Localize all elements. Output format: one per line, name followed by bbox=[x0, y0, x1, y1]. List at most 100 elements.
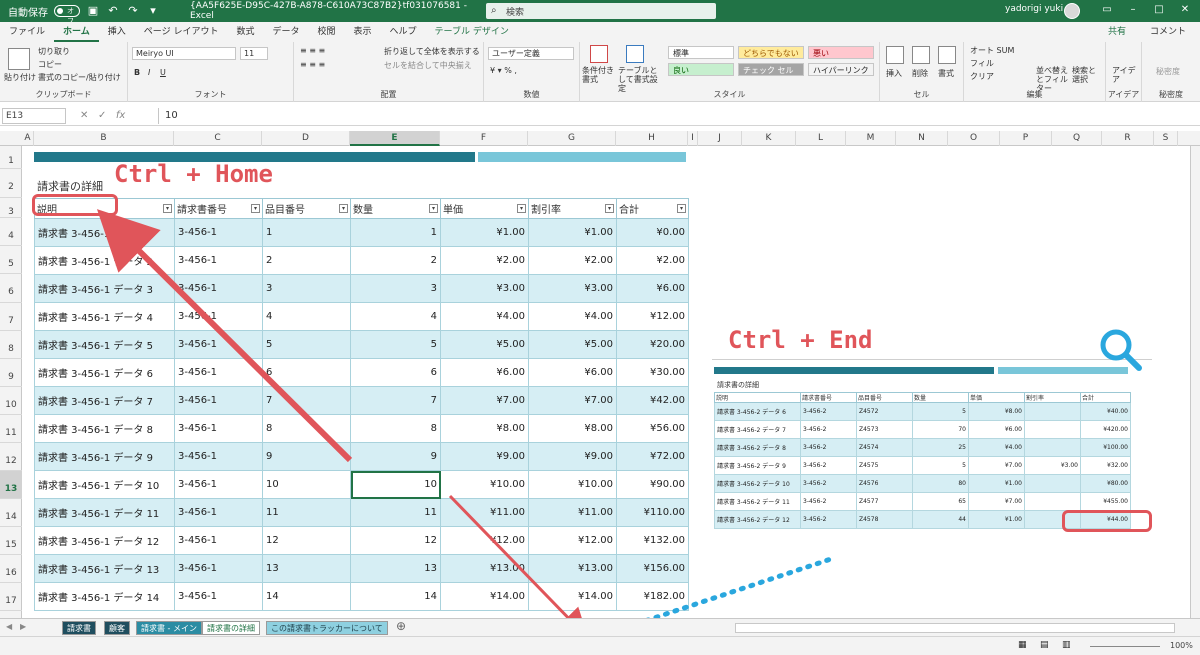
page-layout-view-icon[interactable]: ▤ bbox=[1040, 640, 1049, 650]
undo-icon[interactable]: ↶ bbox=[106, 4, 120, 18]
insert-function-button[interactable]: fx bbox=[116, 110, 125, 121]
row-header-13[interactable]: 13 bbox=[0, 471, 22, 499]
name-box[interactable]: E13 bbox=[2, 108, 66, 124]
conditional-format-icon[interactable] bbox=[590, 45, 608, 63]
column-header-m[interactable]: M bbox=[846, 131, 896, 146]
ribbon-tab-3[interactable]: ページ レイアウト bbox=[135, 22, 228, 42]
cell-style-5[interactable]: ハイパーリンク bbox=[808, 63, 874, 76]
cell-style-1[interactable]: どちらでもない bbox=[738, 46, 804, 59]
column-header-d[interactable]: D bbox=[262, 131, 350, 146]
worksheet-grid[interactable]: 請求書の詳細 説明 ▾ 請求書番号 ▾ 品目番号 ▾ 数量 ▾ 単価 ▾ 割引率 ▾ 合計 ▾ 請求書 3… bbox=[22, 146, 1190, 618]
zoom-level[interactable]: 100% bbox=[1170, 641, 1193, 650]
conditional-format-button[interactable]: 条件付き書式 bbox=[582, 66, 618, 84]
ribbon-tab-1[interactable]: ホーム bbox=[54, 22, 99, 42]
italic-button[interactable]: I bbox=[148, 68, 150, 77]
avatar[interactable] bbox=[1064, 3, 1080, 19]
vertical-scrollbar[interactable] bbox=[1190, 146, 1200, 618]
ribbon-tab-5[interactable]: データ bbox=[263, 22, 308, 42]
row-header-15[interactable]: 15 bbox=[0, 527, 22, 555]
enter-icon[interactable]: ✓ bbox=[98, 110, 106, 121]
column-header-f[interactable]: F bbox=[440, 131, 528, 146]
column-header-b[interactable]: B bbox=[34, 131, 174, 146]
row-header-14[interactable]: 14 bbox=[0, 499, 22, 527]
sheet-tab-0[interactable]: 請求書 bbox=[62, 621, 96, 635]
column-header-r[interactable]: R bbox=[1102, 131, 1154, 146]
cut-button[interactable]: 切り取り bbox=[38, 46, 70, 57]
delete-cells-button[interactable]: 削除 bbox=[912, 68, 928, 79]
format-painter-button[interactable]: 書式のコピー/貼り付け bbox=[38, 72, 121, 83]
bold-button[interactable]: B bbox=[134, 68, 140, 77]
column-header-c[interactable]: C bbox=[174, 131, 262, 146]
fill-button[interactable]: フィル bbox=[970, 58, 994, 69]
format-cells-icon[interactable] bbox=[938, 46, 956, 64]
cancel-icon[interactable]: ✕ bbox=[80, 110, 88, 121]
ideas-button[interactable]: アイデア bbox=[1112, 66, 1136, 84]
normal-view-icon[interactable]: ▦ bbox=[1018, 640, 1027, 650]
sheet-tab-1[interactable]: 顧客 bbox=[104, 621, 130, 635]
row-header-7[interactable]: 7 bbox=[0, 303, 22, 331]
ribbon-tab-0[interactable]: ファイル bbox=[0, 22, 54, 42]
ribbon-tab-6[interactable]: 校閲 bbox=[308, 22, 344, 42]
find-select-button[interactable]: 検索と選択 bbox=[1072, 66, 1102, 84]
autosave-toggle[interactable]: オフ bbox=[54, 5, 80, 25]
ribbon-tab-2[interactable]: 挿入 bbox=[99, 22, 135, 42]
ribbon-display-icon[interactable]: ▭ bbox=[1100, 3, 1114, 17]
cell-style-2[interactable]: 悪い bbox=[808, 46, 874, 59]
wrap-text-button[interactable]: 折り返して全体を表示する bbox=[384, 46, 480, 57]
delete-cells-icon[interactable] bbox=[912, 46, 930, 64]
align-icons[interactable]: ≡ ≡ ≡ bbox=[300, 46, 325, 55]
format-as-table-icon[interactable] bbox=[626, 45, 644, 63]
font-name-select[interactable]: Meiryo UI bbox=[132, 47, 236, 60]
column-header-n[interactable]: N bbox=[896, 131, 948, 146]
formula-input[interactable]: 10 bbox=[158, 108, 1194, 124]
user-name[interactable]: yadorigi yuki bbox=[1005, 4, 1063, 14]
column-header-l[interactable]: L bbox=[796, 131, 846, 146]
row-header-2[interactable]: 2 bbox=[0, 169, 22, 198]
ribbon-tab-7[interactable]: 表示 bbox=[345, 22, 381, 42]
underline-button[interactable]: U bbox=[160, 68, 166, 77]
page-break-view-icon[interactable]: ▥ bbox=[1062, 640, 1071, 650]
redo-icon[interactable]: ↷ bbox=[126, 4, 140, 18]
column-header-o[interactable]: O bbox=[948, 131, 1000, 146]
row-header-5[interactable]: 5 bbox=[0, 246, 22, 274]
sensitivity-button[interactable]: 秘密度 bbox=[1156, 66, 1180, 77]
sheet-tab-2[interactable]: 請求書 - メイン bbox=[136, 621, 202, 635]
number-format-select[interactable]: ユーザー定義 bbox=[488, 47, 574, 60]
column-header-a[interactable]: A bbox=[22, 131, 34, 146]
paste-icon[interactable] bbox=[8, 48, 30, 70]
column-header-s[interactable]: S bbox=[1154, 131, 1178, 146]
prev-sheet-icon[interactable]: ◀ bbox=[6, 622, 12, 631]
column-header-g[interactable]: G bbox=[528, 131, 616, 146]
row-header-17[interactable]: 17 bbox=[0, 583, 22, 611]
autosum-button[interactable]: オート SUM bbox=[970, 45, 1014, 56]
next-sheet-icon[interactable]: ▶ bbox=[20, 622, 26, 631]
minimize-icon[interactable]: – bbox=[1126, 3, 1140, 17]
search-input[interactable]: ⌕ 検索 bbox=[486, 3, 716, 19]
row-header-6[interactable]: 6 bbox=[0, 274, 22, 303]
row-header-16[interactable]: 16 bbox=[0, 555, 22, 583]
cell-style-4[interactable]: チェック セル bbox=[738, 63, 804, 76]
close-icon[interactable]: ✕ bbox=[1178, 3, 1192, 17]
row-header-11[interactable]: 11 bbox=[0, 415, 22, 443]
column-header-q[interactable]: Q bbox=[1052, 131, 1102, 146]
paste-button[interactable]: 貼り付け bbox=[4, 72, 36, 83]
row-header-8[interactable]: 8 bbox=[0, 331, 22, 359]
ribbon-tab-8[interactable]: ヘルプ bbox=[381, 22, 426, 42]
add-sheet-icon[interactable]: ⊕ bbox=[396, 619, 406, 633]
zoom-slider[interactable] bbox=[1090, 646, 1160, 647]
copy-button[interactable]: コピー bbox=[38, 59, 62, 70]
merge-center-button[interactable]: セルを結合して中央揃え bbox=[384, 60, 472, 71]
row-header-1[interactable]: 1 bbox=[0, 146, 22, 169]
insert-cells-button[interactable]: 挿入 bbox=[886, 68, 902, 79]
save-icon[interactable]: ▣ bbox=[86, 4, 100, 18]
ribbon-tab-4[interactable]: 数式 bbox=[227, 22, 263, 42]
customize-toolbar-icon[interactable]: ▾ bbox=[146, 4, 160, 18]
number-format-icons[interactable]: ¥ ▾ % , bbox=[490, 66, 517, 75]
maximize-icon[interactable]: □ bbox=[1152, 3, 1166, 17]
align-row2-icons[interactable]: ≡ ≡ ≡ bbox=[300, 60, 325, 69]
ribbon-tab-9[interactable]: テーブル デザイン bbox=[426, 22, 518, 42]
insert-cells-icon[interactable] bbox=[886, 46, 904, 64]
row-header-12[interactable]: 12 bbox=[0, 443, 22, 471]
font-size-select[interactable]: 11 bbox=[240, 47, 268, 60]
row-header-4[interactable]: 4 bbox=[0, 218, 22, 246]
